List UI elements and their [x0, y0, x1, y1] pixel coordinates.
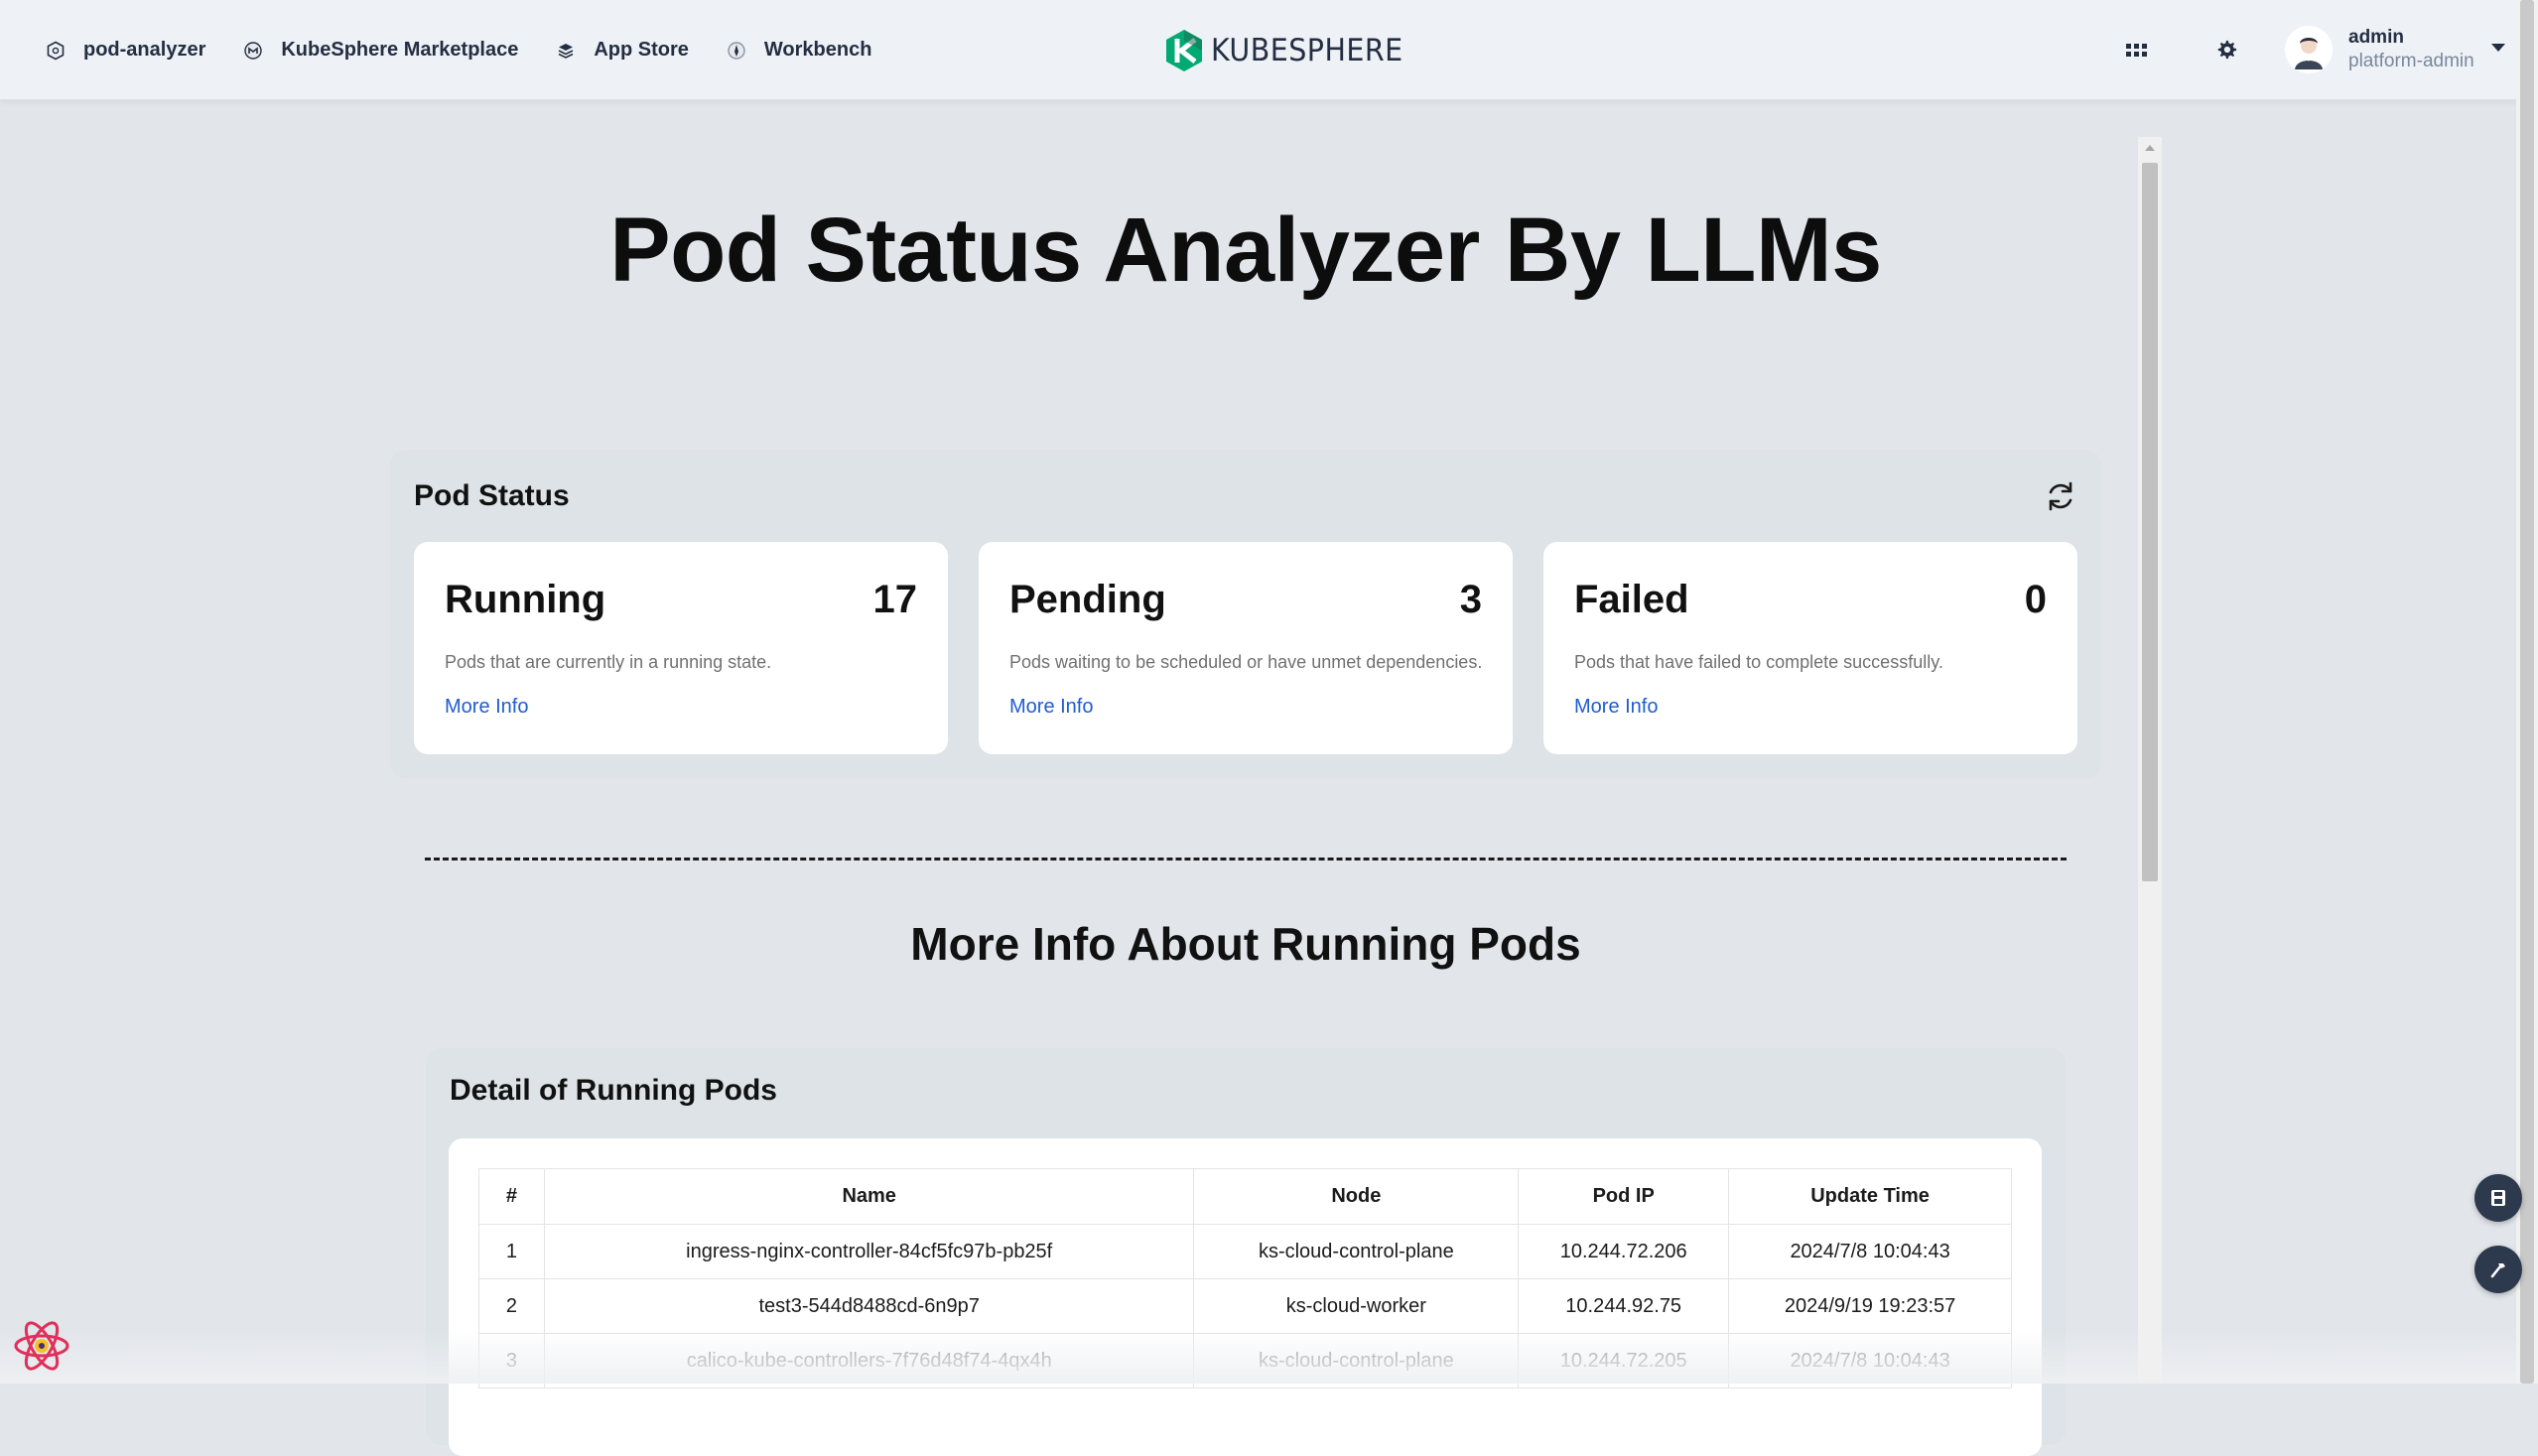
user-menu[interactable]: admin platform-admin [2285, 26, 2474, 73]
user-name: admin [2348, 27, 2404, 48]
table-row[interactable]: 3 calico-kube-controllers-7f76d48f74-4qx… [478, 1333, 2012, 1389]
card-count: 17 [872, 578, 918, 621]
cell-index: 2 [478, 1278, 545, 1334]
cell-update-time: 2024/7/8 10:04:43 [1728, 1224, 2012, 1279]
failed-more-info-link[interactable]: More Info [1574, 696, 1658, 719]
user-role: platform-admin [2348, 51, 2474, 71]
marketplace-icon [241, 39, 265, 63]
column-header-node: Node [1193, 1168, 1520, 1225]
avatar [2285, 26, 2333, 73]
nav-link-app-store[interactable]: App Store [554, 39, 689, 63]
card-title: Failed [1574, 578, 1689, 621]
cell-pod-ip: 10.244.72.205 [1518, 1333, 1730, 1389]
cell-name: calico-kube-controllers-7f76d48f74-4qx4h [543, 1333, 1195, 1389]
column-header-index: # [478, 1168, 545, 1225]
table-row[interactable]: 1 ingress-nginx-controller-84cf5fc97b-pb… [478, 1224, 2012, 1279]
column-header-pod-ip: Pod IP [1518, 1168, 1730, 1225]
cell-node: ks-cloud-control-plane [1193, 1333, 1520, 1389]
card-title: Pending [1009, 578, 1166, 621]
card-count: 0 [2024, 578, 2047, 621]
nav-link-label: App Store [594, 39, 689, 61]
scrollbar-thumb[interactable] [2142, 163, 2158, 881]
running-pods-table: # Name Node Pod IP Update Time 1 ingress… [478, 1168, 2012, 1389]
section-title: More Info About Running Pods [910, 918, 1581, 970]
page-scrollbar-thumb[interactable] [2520, 0, 2534, 1384]
card-description: Pods that are currently in a running sta… [445, 652, 772, 672]
nav-link-marketplace[interactable]: KubeSphere Marketplace [241, 39, 518, 63]
cell-name: ingress-nginx-controller-84cf5fc97b-pb25… [543, 1224, 1195, 1279]
floating-edit-button[interactable] [2474, 1246, 2522, 1293]
settings-button[interactable] [2212, 36, 2240, 64]
caret-down-icon[interactable] [2491, 44, 2505, 52]
cell-node: ks-cloud-control-plane [1193, 1224, 1520, 1279]
detail-title: Detail of Running Pods [450, 1074, 777, 1107]
grid-icon [2126, 44, 2147, 57]
top-navigation-bar: pod-analyzer KubeSphere Marketplace App … [0, 0, 2538, 100]
floating-tool-button[interactable] [2474, 1174, 2522, 1222]
brand-name: KUBESPHERE [1211, 33, 1403, 68]
table-card: # Name Node Pod IP Update Time 1 ingress… [449, 1138, 2042, 1456]
cell-pod-ip: 10.244.92.75 [1518, 1278, 1730, 1334]
running-status-card: Running 17 Pods that are currently in a … [414, 542, 948, 754]
gear-icon [2217, 40, 2237, 60]
table-header-row: # Name Node Pod IP Update Time [478, 1168, 2012, 1225]
card-description: Pods waiting to be scheduled or have unm… [1009, 652, 1483, 672]
refresh-button[interactable] [2042, 477, 2079, 515]
hammer-icon [2490, 1263, 2505, 1278]
failed-status-card: Failed 0 Pods that have failed to comple… [1543, 542, 2077, 754]
nav-link-workbench[interactable]: Workbench [725, 39, 872, 63]
nav-link-label: Workbench [763, 39, 872, 61]
refresh-icon [2049, 481, 2072, 511]
kubesphere-logo-icon [1166, 30, 1202, 71]
workbench-icon [725, 39, 748, 63]
cell-update-time: 2024/9/19 19:23:57 [1728, 1278, 2012, 1334]
cell-index: 3 [478, 1333, 545, 1389]
cell-index: 1 [478, 1224, 545, 1279]
user-info: admin platform-admin [2348, 26, 2474, 73]
kubesphere-logo[interactable]: KUBESPHERE [1165, 28, 1419, 73]
cell-update-time: 2024/7/8 10:04:43 [1728, 1333, 2012, 1389]
nav-link-label: pod-analyzer [83, 39, 206, 61]
column-header-update-time: Update Time [1728, 1168, 2012, 1225]
panel-title: Pod Status [414, 479, 570, 512]
user-avatar-icon [2295, 38, 2323, 69]
pending-more-info-link[interactable]: More Info [1009, 696, 1093, 719]
nav-links: pod-analyzer KubeSphere Marketplace App … [44, 0, 871, 100]
content-scrollbar[interactable] [2138, 137, 2162, 1384]
table-row[interactable]: 2 test3-544d8488cd-6n9p7 ks-cloud-worker… [478, 1278, 2012, 1334]
scroll-up-arrow-icon[interactable] [2145, 145, 2155, 151]
extension-icon [44, 39, 67, 63]
cell-node: ks-cloud-worker [1193, 1278, 1520, 1334]
running-pods-detail-panel: Detail of Running Pods # Name Node Pod I… [426, 1048, 2066, 1456]
app-store-icon [554, 39, 578, 63]
dashed-divider [425, 858, 2067, 860]
nav-link-label: KubeSphere Marketplace [281, 39, 519, 61]
app-launcher-button[interactable] [2124, 38, 2150, 64]
react-logo-icon [14, 1321, 69, 1371]
page-title: Pod Status Analyzer By LLMs [609, 199, 1882, 301]
cell-pod-ip: 10.244.72.206 [1518, 1224, 1730, 1279]
save-icon [2491, 1190, 2505, 1206]
card-count: 3 [1459, 578, 1482, 621]
react-devtools-button[interactable] [12, 1316, 71, 1376]
nav-link-pod-analyzer[interactable]: pod-analyzer [44, 39, 205, 63]
pending-status-card: Pending 3 Pods waiting to be scheduled o… [979, 542, 1513, 754]
card-description: Pods that have failed to complete succes… [1574, 652, 1943, 672]
card-title: Running [445, 578, 606, 621]
cell-name: test3-544d8488cd-6n9p7 [543, 1278, 1195, 1334]
pod-status-panel: Pod Status Running 17 Pods that are curr… [390, 450, 2101, 778]
page-scrollbar[interactable] [2516, 0, 2538, 1384]
running-more-info-link[interactable]: More Info [445, 696, 528, 719]
column-header-name: Name [543, 1168, 1195, 1225]
